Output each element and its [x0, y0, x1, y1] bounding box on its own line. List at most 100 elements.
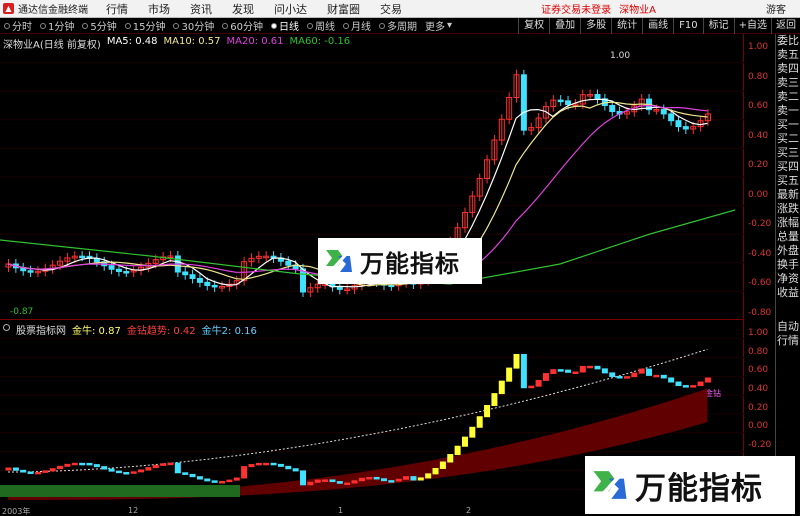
menu-item-news[interactable]: 资讯	[180, 1, 222, 17]
candle-body	[300, 268, 306, 293]
side-menu-item[interactable]: 行情	[776, 334, 800, 348]
overlay-button[interactable]: 叠加	[549, 17, 580, 34]
menu-item-market[interactable]: 市场	[138, 1, 180, 17]
side-menu-item[interactable]: 涨跌	[776, 202, 800, 216]
indicator-bar	[174, 462, 181, 474]
side-menu-item[interactable]: 涨幅	[776, 216, 800, 230]
indicator-bar	[373, 476, 380, 480]
chevron-down-icon: ▾	[446, 20, 452, 31]
multi-stock-button[interactable]: 多股	[580, 17, 611, 34]
indicator-bar	[115, 470, 122, 474]
axis-tick-label: 0.80	[748, 346, 769, 357]
radio-icon	[222, 22, 229, 29]
guest-user[interactable]: 游客	[766, 1, 800, 16]
login-notice[interactable]: 证券交易未登录	[541, 1, 619, 16]
indicator-bar	[344, 482, 351, 486]
side-menu-item[interactable]: 卖一	[776, 104, 800, 118]
side-menu-item[interactable]: 外盘	[776, 244, 800, 258]
f10-button[interactable]: F10	[673, 17, 702, 34]
side-menu-item[interactable]: 自动	[776, 320, 800, 334]
side-menu-item[interactable]: 净资	[776, 272, 800, 286]
period-label: 更多	[424, 22, 445, 33]
indicator-bar	[476, 416, 483, 428]
period-timeshare[interactable]: 分时	[0, 18, 36, 33]
menu-item-wealth[interactable]: 财富圈	[317, 1, 370, 17]
indicator-bar	[542, 373, 549, 381]
side-menu-item[interactable]: 卖三	[776, 76, 800, 90]
adjust-button[interactable]: 复权	[518, 17, 549, 34]
indicator-bar	[572, 371, 579, 374]
indicator-bar	[403, 476, 410, 480]
axis-tick-label: 0.60	[748, 101, 769, 112]
menu-item-trade[interactable]: 交易	[370, 1, 412, 17]
menu-item-discover[interactable]: 发现	[222, 1, 264, 17]
high-price-label: 1.00	[610, 51, 630, 61]
side-menu-item[interactable]: 买三	[776, 146, 800, 160]
candle-body	[675, 120, 682, 128]
tool-buttons: 复权 叠加 多股 统计 画线 F10 标记 +自选 返回	[518, 17, 800, 34]
indicator-bar	[425, 473, 432, 479]
candle-body	[196, 277, 203, 283]
side-menu-item[interactable]: 收益	[776, 286, 800, 300]
indicator-bar	[182, 472, 189, 475]
indicator-bar	[380, 478, 387, 482]
indicator-bar	[520, 353, 527, 389]
indicator-bar	[322, 479, 329, 482]
indicator-bar	[167, 462, 174, 466]
period-label: 分时	[12, 22, 32, 33]
side-menu-item[interactable]: 最新	[776, 188, 800, 202]
menu-item-quotes[interactable]: 行情	[96, 1, 138, 17]
draw-line-button[interactable]: 画线	[642, 17, 673, 34]
indicator-bar	[138, 469, 145, 473]
mark-button[interactable]: 标记	[702, 17, 734, 34]
side-menu-item[interactable]: 买一	[776, 118, 800, 132]
side-menu-item[interactable]: 买四	[776, 160, 800, 174]
candle-body	[211, 284, 218, 288]
period-5min[interactable]: 5分钟	[78, 18, 120, 33]
indicator-bar	[469, 426, 476, 438]
indicator-bar	[601, 368, 608, 374]
indicator-bar	[432, 467, 439, 475]
period-15min[interactable]: 15分钟	[121, 18, 170, 33]
indicator-bar	[388, 480, 395, 483]
side-menu-item[interactable]: 换手	[776, 258, 800, 272]
side-menu-item[interactable]: 卖二	[776, 90, 800, 104]
indicator-bar	[498, 380, 505, 395]
period-more[interactable]: 更多 ▾	[421, 18, 456, 33]
back-button[interactable]: 返回	[771, 17, 800, 34]
candle-body	[594, 94, 601, 100]
radio-icon	[82, 22, 89, 29]
side-menu-item[interactable]: 委比	[776, 34, 800, 48]
indicator-bar	[93, 464, 100, 468]
side-menu-item[interactable]: 卖四	[776, 62, 800, 76]
indicator-bar	[506, 367, 513, 382]
period-60min[interactable]: 60分钟	[218, 18, 267, 33]
indicator-bar	[513, 353, 520, 369]
side-menu-item[interactable]: 总量	[776, 230, 800, 244]
period-monthly[interactable]: 月线	[339, 18, 375, 33]
indicator-bar	[270, 462, 277, 466]
indicator-bar	[204, 478, 211, 482]
period-daily[interactable]: 日线	[267, 18, 303, 33]
indicator-bar	[329, 479, 336, 483]
stats-button[interactable]: 统计	[611, 17, 642, 34]
period-1min[interactable]: 1分钟	[36, 18, 78, 33]
add-watchlist-button[interactable]: +自选	[733, 17, 771, 34]
side-menu-item[interactable]: 卖五	[776, 48, 800, 62]
side-menu-item[interactable]: 买二	[776, 132, 800, 146]
indicator-bar	[145, 467, 152, 471]
radio-icon	[124, 22, 131, 29]
period-30min[interactable]: 30分钟	[169, 18, 218, 33]
indicator-bar	[484, 404, 491, 418]
indicator-bar	[152, 464, 159, 469]
indicator-bar	[57, 465, 64, 470]
period-label: 月线	[350, 22, 371, 33]
period-multi[interactable]: 多周期	[375, 18, 421, 33]
indicator-bar	[42, 470, 49, 473]
menu-item-ask[interactable]: 问小达	[264, 1, 317, 17]
side-menu-item[interactable]: 买五	[776, 174, 800, 188]
indicator-bar	[241, 466, 248, 479]
period-weekly[interactable]: 周线	[303, 18, 339, 33]
period-label: 30分钟	[181, 22, 215, 33]
candle-body	[204, 281, 211, 286]
